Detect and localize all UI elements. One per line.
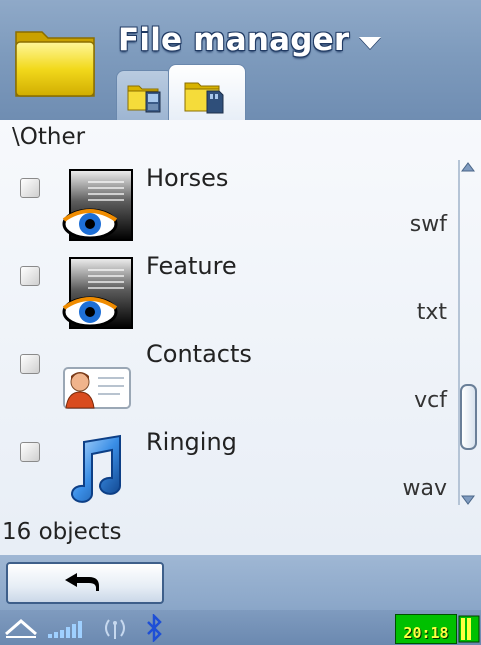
clock: 20:18 — [395, 614, 457, 644]
dropdown-arrow-icon — [359, 37, 382, 49]
music-note-icon — [71, 434, 121, 503]
file-list-panel: \Other Horses swf Feature txt Contacts v… — [0, 120, 481, 555]
list-item[interactable]: Contacts vcf — [0, 340, 455, 428]
item-name: Feature — [146, 252, 237, 280]
item-name: Ringing — [146, 428, 237, 456]
object-count: 16 objects — [2, 519, 122, 545]
battery-icon — [458, 615, 480, 643]
folder-icon — [15, 31, 95, 97]
scrollbar[interactable] — [458, 160, 478, 505]
back-button[interactable] — [6, 562, 164, 604]
bluetooth-icon — [147, 614, 162, 642]
radio-waves-icon — [105, 619, 125, 639]
tab-phone-memory[interactable] — [116, 70, 174, 121]
title-dropdown[interactable]: File manager — [118, 18, 382, 62]
current-path: \Other — [12, 124, 86, 150]
scroll-thumb[interactable] — [460, 384, 477, 450]
list-item[interactable]: Horses swf — [0, 164, 455, 252]
item-name: Horses — [146, 164, 229, 192]
app-title: File manager — [118, 22, 350, 58]
scroll-up-icon[interactable] — [461, 162, 475, 172]
eye-file-icon — [62, 257, 133, 329]
item-extension: vcf — [414, 388, 447, 413]
checkbox[interactable] — [20, 442, 40, 462]
item-extension: txt — [416, 300, 447, 325]
checkbox[interactable] — [20, 178, 40, 198]
scroll-track — [458, 160, 460, 505]
item-name: Contacts — [146, 340, 252, 368]
softkey-bar — [0, 555, 481, 610]
checkbox[interactable] — [20, 354, 40, 374]
system-status-bar: 20:18 — [0, 610, 481, 645]
back-arrow-icon — [65, 573, 99, 591]
home-icon[interactable] — [4, 618, 38, 638]
memory-card-folder-icon — [184, 82, 224, 114]
contact-card-icon — [63, 367, 131, 409]
item-extension: wav — [402, 476, 448, 501]
clock-time: 20:18 — [403, 624, 449, 642]
list-item[interactable]: Ringing wav — [0, 428, 455, 516]
item-extension: swf — [409, 212, 447, 237]
phone-memory-folder-icon — [127, 85, 161, 113]
eye-file-icon — [62, 169, 133, 241]
tab-memory-card[interactable] — [168, 64, 246, 121]
scroll-down-icon[interactable] — [461, 495, 475, 505]
list-item[interactable]: Feature txt — [0, 252, 455, 340]
checkbox[interactable] — [20, 266, 40, 286]
header: File manager — [0, 0, 481, 121]
signal-strength-icon — [48, 621, 82, 638]
screen: File manager \Other Horses swf Feature t… — [0, 0, 481, 645]
